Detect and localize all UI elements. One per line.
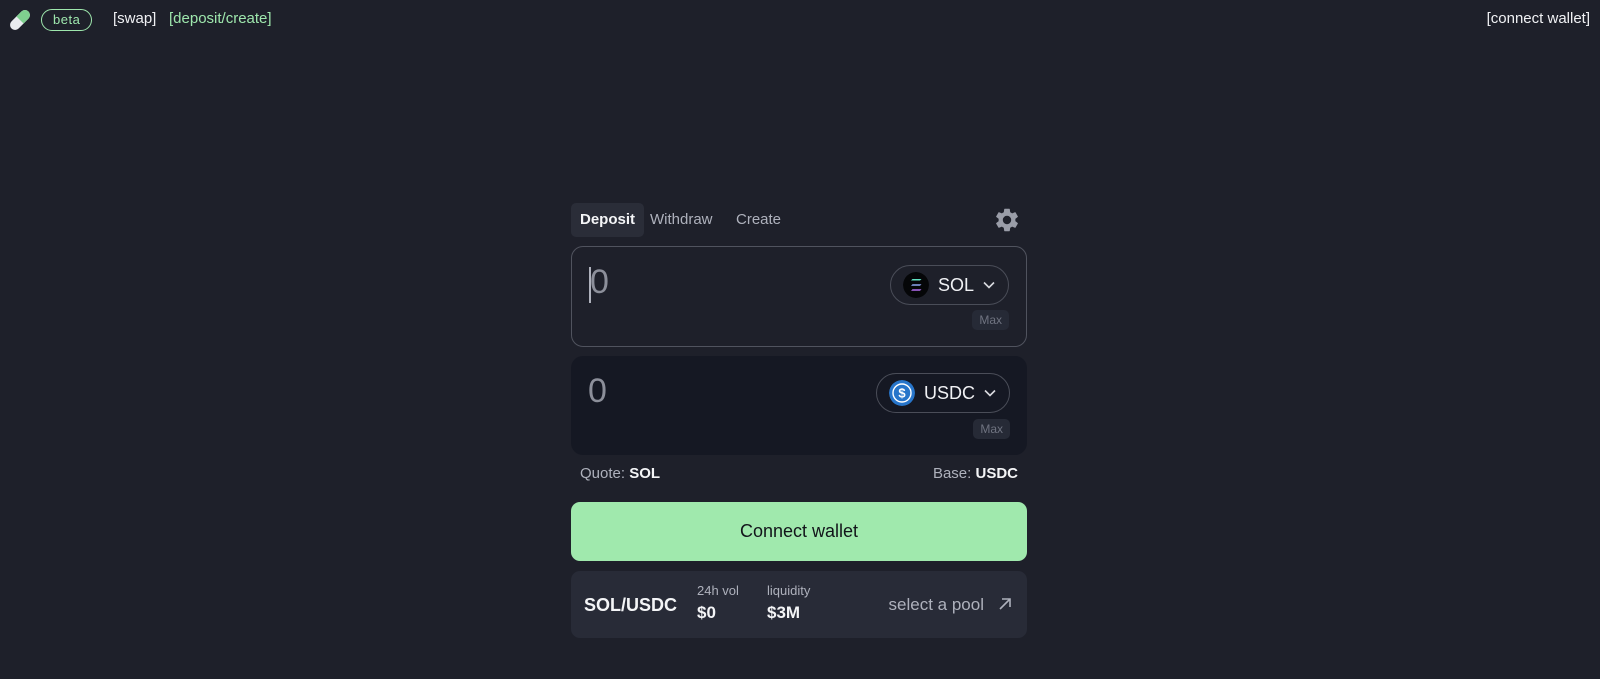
gear-icon[interactable] [993, 206, 1021, 234]
quote-label: Quote: [580, 465, 626, 482]
liquidity-panel: Deposit Withdraw Create 0 SOL Max 0 $ US… [571, 203, 1027, 638]
sol-token-selector[interactable]: SOL [889, 265, 1009, 305]
quote-value: SOL [629, 465, 661, 482]
sol-amount-input[interactable]: 0 [590, 263, 609, 302]
tab-bar: Deposit Withdraw Create [571, 203, 1027, 237]
sol-max-button[interactable]: Max [972, 310, 1009, 330]
pool-info-card[interactable]: SOL/USDC 24h vol $0 liquidity $3M select… [571, 571, 1027, 638]
volume-label: 24h vol [697, 583, 739, 598]
usdc-token-selector[interactable]: $ USDC [875, 373, 1010, 413]
beta-badge: beta [41, 9, 93, 31]
usdc-token-label: USDC [923, 382, 975, 403]
chevron-down-icon [983, 281, 995, 289]
sol-amount-box: 0 SOL Max [571, 246, 1027, 347]
quote-base-row: Quote: SOL Base: USDC [571, 465, 1027, 485]
tab-create[interactable]: Create [727, 203, 790, 237]
liquidity-value: $3M [767, 603, 801, 622]
usdc-max-button[interactable]: Max [973, 419, 1010, 439]
top-bar: beta [swap] [deposit/create] [connect wa… [0, 0, 1600, 40]
usdc-icon: $ [888, 380, 915, 406]
pill-logo-icon[interactable] [7, 7, 33, 33]
svg-text:$: $ [898, 386, 906, 401]
connect-wallet-button[interactable]: Connect wallet [571, 502, 1027, 561]
arrow-up-right-icon[interactable] [997, 596, 1013, 612]
pool-pair: SOL/USDC [584, 595, 678, 615]
tab-withdraw[interactable]: Withdraw [641, 203, 722, 237]
chevron-down-icon [984, 389, 996, 397]
solana-icon [902, 272, 929, 298]
header-connect-wallet-link[interactable]: [connect wallet] [1487, 10, 1590, 27]
quote-info: Quote: SOL [580, 465, 660, 482]
base-info: Base: USDC [933, 465, 1018, 482]
nav-deposit-create-link[interactable]: [deposit/create] [169, 10, 272, 27]
liquidity-label: liquidity [767, 583, 811, 598]
base-label: Base: [932, 465, 972, 482]
base-value: USDC [975, 465, 1018, 482]
usdc-amount-box: 0 $ USDC Max [571, 356, 1027, 455]
usdc-amount-input[interactable]: 0 [588, 372, 607, 411]
nav-swap-link[interactable]: [swap] [113, 10, 156, 27]
sol-token-label: SOL [937, 274, 974, 295]
tab-deposit[interactable]: Deposit [571, 203, 645, 237]
volume-value: $0 [697, 603, 716, 622]
select-pool-link[interactable]: select a pool [889, 595, 984, 615]
